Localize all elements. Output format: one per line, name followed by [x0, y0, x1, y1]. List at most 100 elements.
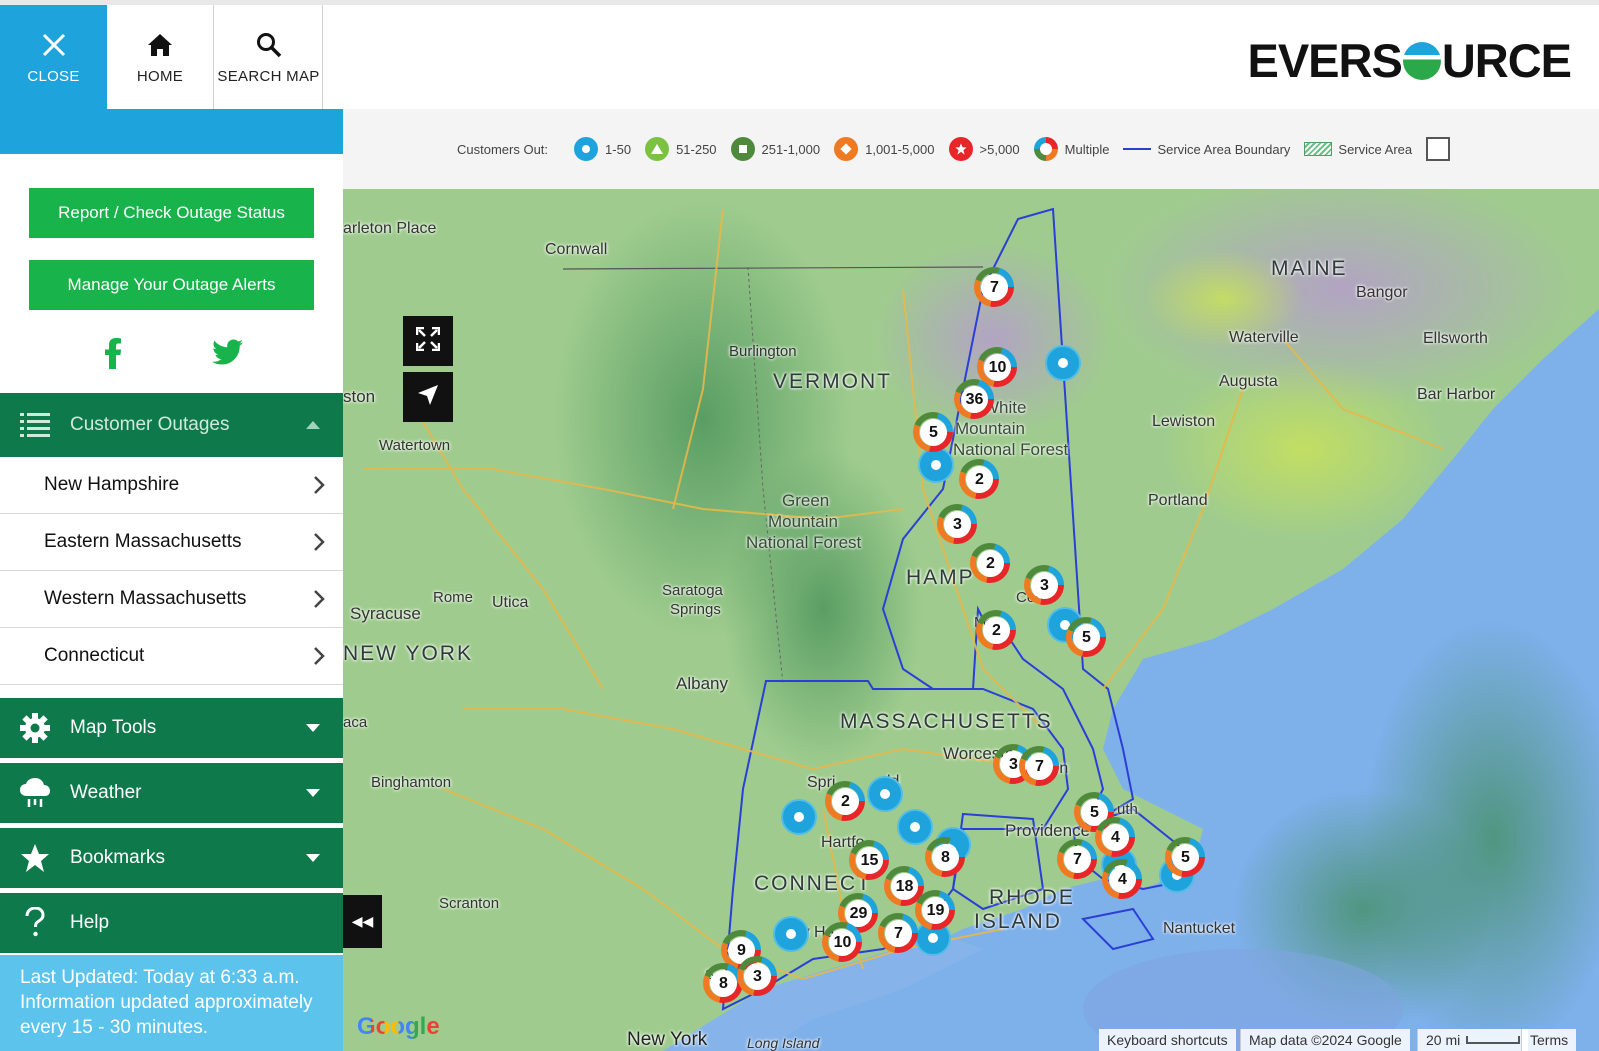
- map-label-new-york: NEW YORK: [343, 642, 473, 665]
- scale-bar-icon: [1466, 1036, 1521, 1044]
- double-arrow-left-icon: ◀◀: [351, 913, 374, 929]
- fullscreen-button[interactable]: [403, 316, 453, 366]
- outage-cluster-marker[interactable]: 5: [1165, 837, 1205, 881]
- outage-cluster-marker[interactable]: 36: [954, 379, 994, 423]
- outage-cluster-marker[interactable]: 19: [915, 890, 955, 934]
- outage-marker-single[interactable]: [773, 916, 809, 952]
- chevron-up-icon: [283, 421, 343, 429]
- outage-count: 5: [1073, 624, 1100, 651]
- outage-count: 4: [1109, 866, 1136, 893]
- outage-cluster-marker[interactable]: 3: [737, 956, 777, 1000]
- map-tools-header[interactable]: Map Tools: [0, 698, 343, 758]
- last-updated-notice: Last Updated: Today at 6:33 a.m. Informa…: [0, 955, 343, 1051]
- report-outage-button[interactable]: Report / Check Outage Status: [29, 188, 314, 238]
- outage-map[interactable]: MAINE VERMONT HAMP NEW YORK MASSACHUSETT…: [343, 189, 1599, 1051]
- outage-count: 5: [920, 419, 947, 446]
- legend-item-multiple: Multiple: [1033, 137, 1109, 161]
- outage-cluster-marker[interactable]: 4: [1095, 817, 1135, 861]
- chevron-right-icon: [313, 532, 325, 558]
- update-frequency-text: Information updated approximately every …: [20, 992, 313, 1038]
- outage-count: 7: [1064, 846, 1091, 873]
- close-button[interactable]: CLOSE: [0, 5, 107, 109]
- map-label-burlington: Burlington: [729, 343, 797, 360]
- logo-text-left: EVERS: [1247, 34, 1402, 87]
- outage-marker-single[interactable]: [1045, 345, 1081, 381]
- outage-count: 10: [829, 929, 856, 956]
- region-western-massachusetts[interactable]: Western Massachusetts: [0, 571, 343, 628]
- region-connecticut[interactable]: Connecticut: [0, 628, 343, 685]
- outage-cluster-marker[interactable]: 4: [1102, 859, 1142, 903]
- star-icon: [948, 137, 973, 161]
- search-map-label: SEARCH MAP: [217, 67, 320, 85]
- region-label: Western Massachusetts: [44, 588, 247, 609]
- outage-cluster-marker[interactable]: 10: [822, 922, 862, 966]
- outage-cluster-marker[interactable]: 7: [878, 913, 918, 957]
- keyboard-shortcuts-link[interactable]: Keyboard shortcuts: [1099, 1029, 1236, 1051]
- legend-item-51-250: 51-250: [645, 137, 717, 161]
- chevron-down-icon: [283, 854, 343, 862]
- collapse-sidebar-button[interactable]: ◀◀: [343, 895, 382, 948]
- chevron-down-icon: [283, 724, 343, 732]
- map-label-maine: MAINE: [1271, 257, 1348, 280]
- bookmarks-header[interactable]: Bookmarks: [0, 828, 343, 888]
- map-label-waterville: Waterville: [1229, 329, 1299, 346]
- map-label-rhode: RHODE: [989, 886, 1075, 909]
- outage-count: 5: [1172, 844, 1199, 871]
- map-label-bangor: Bangor: [1356, 284, 1408, 301]
- eversource-logo: EVERS URCE: [1247, 33, 1572, 88]
- sidebar: Report / Check Outage Status Manage Your…: [0, 109, 343, 1051]
- facebook-icon[interactable]: [96, 333, 130, 373]
- outage-cluster-marker[interactable]: 3: [1024, 565, 1064, 609]
- logo-text-right: URCE: [1441, 34, 1572, 87]
- multiple-ring-icon: [1033, 137, 1058, 161]
- weather-header[interactable]: Weather: [0, 763, 343, 823]
- map-label-utica: Utica: [492, 594, 529, 611]
- outage-marker-single[interactable]: [781, 799, 817, 835]
- header: CLOSE HOME SEARCH MAP EVERS URCE: [0, 5, 1599, 109]
- map-label-nantucket: Nantucket: [1163, 920, 1236, 937]
- service-area-checkbox[interactable]: [1426, 137, 1451, 161]
- google-logo-text: Google: [357, 1013, 440, 1040]
- outage-cluster-marker[interactable]: 7: [1057, 839, 1097, 883]
- outage-legend: Customers Out: 1-50 51-250 251-1,000 1,0…: [343, 109, 1599, 189]
- outage-marker-single[interactable]: [867, 776, 903, 812]
- outage-count: 3: [744, 963, 771, 990]
- region-eastern-massachusetts[interactable]: Eastern Massachusetts: [0, 514, 343, 571]
- fullscreen-icon: [415, 326, 441, 356]
- map-label-rome: Rome: [433, 589, 474, 606]
- list-icon: [0, 412, 70, 438]
- outage-cluster-marker[interactable]: 2: [976, 610, 1016, 654]
- legend-label: Service Area Boundary: [1157, 141, 1291, 157]
- outage-cluster-marker[interactable]: 5: [1066, 617, 1106, 661]
- outage-cluster-marker[interactable]: 2: [959, 459, 999, 503]
- map-data-attribution: Map data ©2024 Google: [1240, 1029, 1410, 1051]
- locate-button[interactable]: [403, 372, 453, 422]
- home-button[interactable]: HOME: [107, 5, 214, 109]
- legend-item-service-area: Service Area: [1304, 142, 1412, 157]
- outage-cluster-marker[interactable]: 15: [849, 840, 889, 884]
- region-new-hampshire[interactable]: New Hampshire: [0, 457, 343, 514]
- chevron-right-icon: [313, 589, 325, 615]
- help-header[interactable]: Help: [0, 893, 343, 953]
- twitter-icon[interactable]: [208, 333, 248, 373]
- legend-item-over-5000: >5,000: [948, 137, 1020, 161]
- outage-cluster-marker[interactable]: 5: [913, 412, 953, 456]
- manage-alerts-button[interactable]: Manage Your Outage Alerts: [29, 260, 314, 310]
- weather-label: Weather: [70, 782, 142, 803]
- outage-cluster-marker[interactable]: 3: [937, 504, 977, 548]
- outage-cluster-marker[interactable]: 7: [1019, 746, 1059, 790]
- map-label-cornwall: Cornwall: [545, 241, 608, 258]
- customer-outages-header[interactable]: Customer Outages: [0, 393, 343, 457]
- map-scale[interactable]: 20 mi: [1417, 1029, 1529, 1051]
- legend-label: 51-250: [676, 141, 717, 157]
- outage-cluster-marker[interactable]: 7: [974, 267, 1014, 311]
- outage-cluster-marker[interactable]: 2: [970, 543, 1010, 587]
- outage-cluster-marker[interactable]: 2: [825, 781, 865, 825]
- map-label-watertown: Watertown: [379, 437, 451, 454]
- outage-count: 2: [966, 466, 993, 493]
- search-map-button[interactable]: SEARCH MAP: [215, 5, 323, 109]
- terms-link[interactable]: Terms: [1521, 1029, 1577, 1051]
- outage-count: 8: [710, 970, 737, 997]
- legend-item-1001-5000: 1,001-5,000: [834, 137, 935, 161]
- outage-cluster-marker[interactable]: 8: [925, 837, 965, 881]
